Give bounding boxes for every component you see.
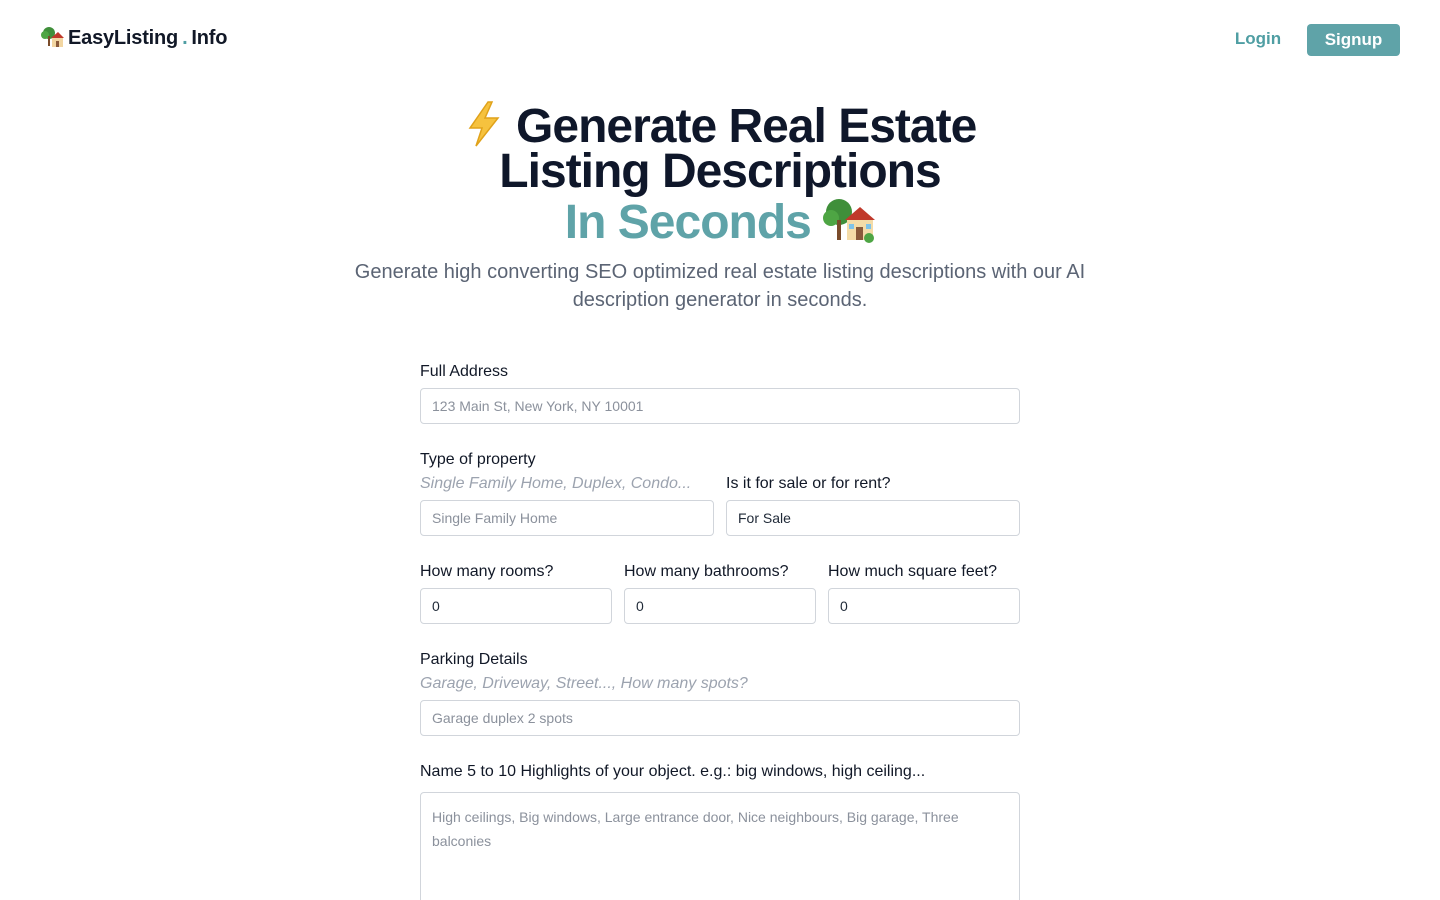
hero-title: Generate Real Estate Listing Description… <box>0 100 1440 247</box>
parking-input[interactable] <box>420 700 1020 736</box>
logo-name: EasyListing <box>68 26 179 49</box>
parking-hint: Garage, Driveway, Street..., How many sp… <box>420 675 748 692</box>
logo[interactable]: EasyListing. Info <box>40 26 227 50</box>
rooms-field-group: How many rooms? <box>420 560 612 624</box>
tree-house-icon <box>41 27 64 47</box>
property-type-field-group: Type of property Single Family Home, Dup… <box>420 448 714 536</box>
sale-or-rent-label: Is it for sale or for rent? <box>726 475 891 492</box>
house-with-garden-icon <box>823 199 876 243</box>
hero-title-accent: In Seconds <box>564 196 812 249</box>
property-type-label: Type of property <box>420 451 536 468</box>
sale-or-rent-field-group: Is it for sale or for rent? <box>726 472 1020 536</box>
bathrooms-label: How many bathrooms? <box>624 563 789 580</box>
address-label: Full Address <box>420 363 509 380</box>
signup-button[interactable]: Signup <box>1307 24 1400 56</box>
highlights-field-group: Name 5 to 10 Highlights of your object. … <box>420 760 1020 900</box>
header: EasyListing. Info Login Signup <box>0 0 1440 80</box>
logo-tld: Info <box>191 26 228 49</box>
address-input[interactable] <box>420 388 1020 424</box>
square-feet-label: How much square feet? <box>828 563 997 580</box>
hero-subtitle: Generate high converting SEO optimized r… <box>354 261 1086 311</box>
rooms-label: How many rooms? <box>420 563 554 580</box>
property-type-input[interactable] <box>420 500 714 536</box>
bathrooms-field-group: How many bathrooms? <box>624 560 816 624</box>
logo-dot: . <box>182 26 188 49</box>
square-feet-field-group: How much square feet? <box>828 560 1020 624</box>
lightning-icon <box>468 101 500 147</box>
hero: Generate Real Estate Listing Description… <box>0 100 1440 314</box>
highlights-textarea[interactable] <box>420 792 1020 900</box>
bathrooms-input[interactable] <box>624 588 816 624</box>
page: EasyListing. Info Login Signup Generate R… <box>0 0 1440 900</box>
property-type-hint: Single Family Home, Duplex, Condo... <box>420 475 692 492</box>
rooms-input[interactable] <box>420 588 612 624</box>
highlights-label: Name 5 to 10 Highlights of your object. … <box>420 763 926 780</box>
parking-field-group: Parking Details Garage, Driveway, Street… <box>420 648 1020 736</box>
login-link[interactable]: Login <box>1226 29 1290 49</box>
square-feet-input[interactable] <box>828 588 1020 624</box>
address-field-group: Full Address <box>420 360 1020 424</box>
hero-title-line2: Listing Descriptions <box>499 145 941 198</box>
sale-or-rent-input[interactable] <box>726 500 1020 536</box>
parking-label: Parking Details <box>420 651 528 668</box>
